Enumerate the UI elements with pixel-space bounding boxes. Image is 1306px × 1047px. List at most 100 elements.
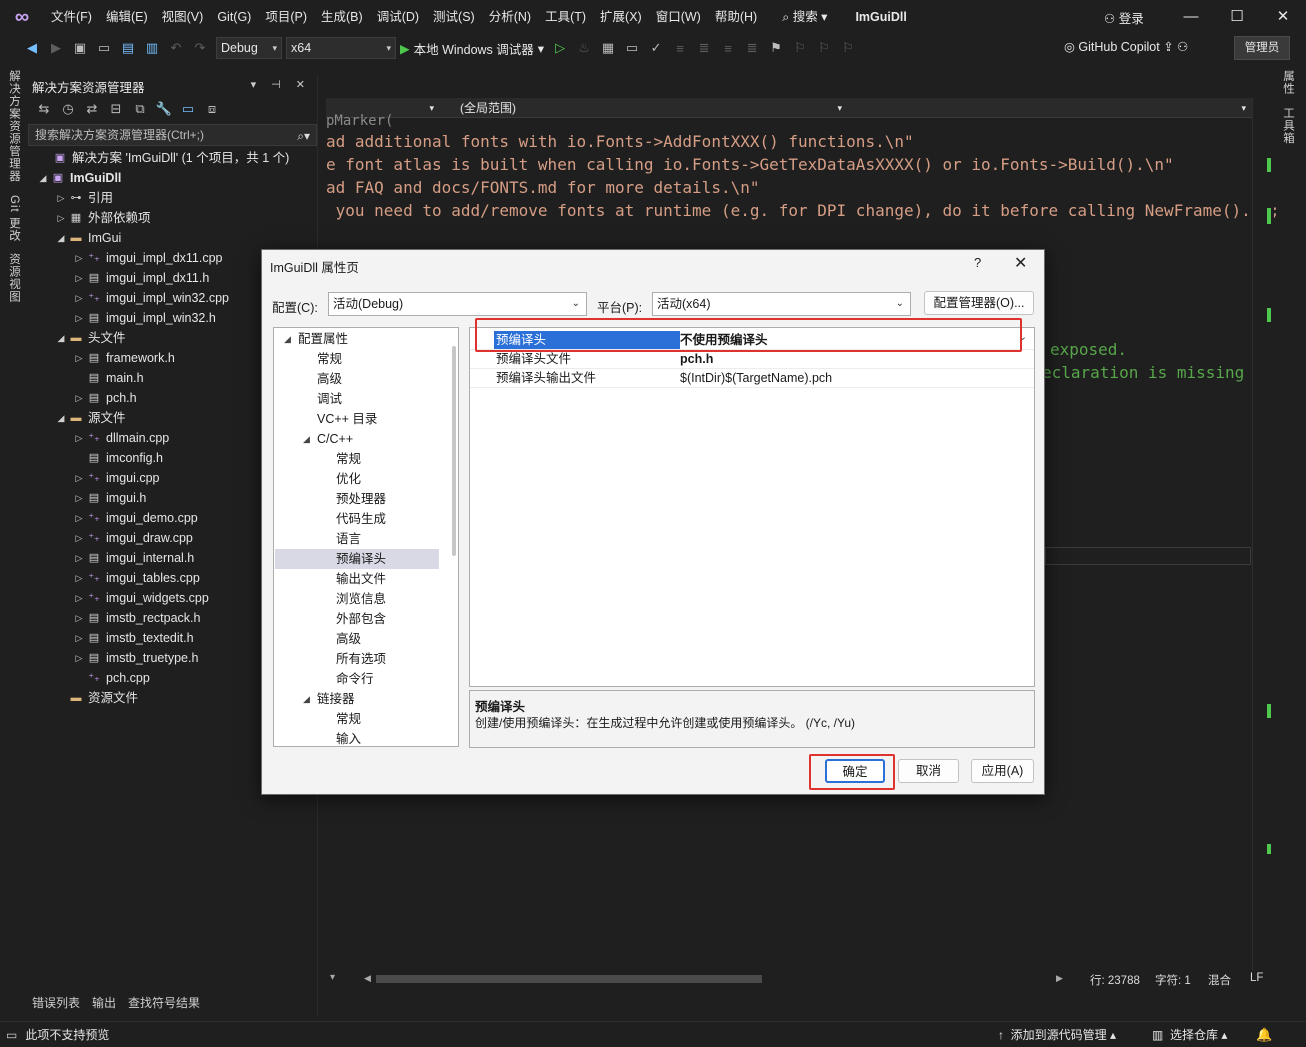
- line-ending[interactable]: LF: [1250, 972, 1263, 984]
- property-tree-item[interactable]: 链接器: [317, 689, 355, 709]
- collapsed-chevron-icon[interactable]: ▷: [72, 268, 86, 288]
- scroll-menu-icon[interactable]: ▾: [330, 972, 335, 983]
- side-tab[interactable]: 资源视图: [6, 253, 22, 303]
- back-icon[interactable]: ◀: [22, 37, 42, 59]
- layout-icon[interactable]: ▭: [622, 37, 642, 59]
- tree-item[interactable]: ▷ ⁺₊ imgui_draw.cpp: [72, 528, 193, 548]
- property-tree-item[interactable]: 调试: [317, 389, 342, 409]
- start-debugging-button[interactable]: ▶ 本地 Windows 调试器 ▾: [400, 39, 544, 58]
- clear-bookmarks-icon[interactable]: ⚐: [838, 37, 858, 59]
- menu-item[interactable]: 生成(B): [314, 0, 370, 34]
- search-button[interactable]: ⌕ 搜索 ▾: [776, 0, 833, 34]
- tree-item[interactable]: ◢ ▬ 头文件: [54, 328, 126, 348]
- login-button[interactable]: ⚇ 登录: [1104, 8, 1144, 27]
- show-all-files-icon[interactable]: ⧉: [130, 98, 150, 120]
- expanded-chevron-icon[interactable]: ◢: [36, 168, 50, 188]
- property-tree-item[interactable]: C/C++: [317, 429, 353, 449]
- side-tab[interactable]: 工具箱: [1280, 107, 1296, 145]
- class-view-icon[interactable]: ⧈: [202, 98, 222, 120]
- tree-item[interactable]: ▷ ⁺₊ dllmain.cpp: [72, 428, 170, 448]
- tree-item[interactable]: ▷ ▤ imstb_truetype.h: [72, 648, 199, 668]
- undo-icon[interactable]: ↶: [166, 37, 186, 59]
- property-tree-item[interactable]: 常规: [336, 709, 361, 729]
- side-tab[interactable]: 属性: [1280, 70, 1296, 95]
- menu-item[interactable]: 文件(F): [44, 0, 99, 34]
- property-tree-item[interactable]: 输入: [336, 729, 361, 746]
- tree-item[interactable]: ▷ ⁺₊ imgui_impl_dx11.cpp: [72, 248, 223, 268]
- property-tree-item[interactable]: 配置属性: [298, 329, 348, 349]
- properties-wrench-icon[interactable]: 🔧: [154, 98, 174, 120]
- collapsed-chevron-icon[interactable]: ▷: [72, 248, 86, 268]
- new-project-icon[interactable]: ▣: [70, 37, 90, 59]
- platform-select[interactable]: 活动(x64) ⌄: [652, 292, 911, 316]
- property-row[interactable]: 预编译头输出文件 $(IntDir)$(TargetName).pch: [470, 369, 1034, 388]
- preview-selected-icon[interactable]: ▭: [178, 98, 198, 120]
- start-without-debugging-icon[interactable]: ▷: [550, 37, 570, 59]
- menu-item[interactable]: 扩展(X): [593, 0, 649, 34]
- menu-item[interactable]: 视图(V): [155, 0, 211, 34]
- tree-item[interactable]: ▷ ⁺₊ imgui_impl_win32.cpp: [72, 288, 229, 308]
- collapsed-chevron-icon[interactable]: ▷: [72, 428, 86, 448]
- visual-studio-logo-icon[interactable]: ∞: [0, 0, 44, 34]
- collapsed-chevron-icon[interactable]: ▷: [72, 608, 86, 628]
- tree-item[interactable]: ◢ ▬ ImGui: [54, 228, 122, 248]
- property-tree-item[interactable]: 外部包含: [336, 609, 386, 629]
- menu-item[interactable]: 测试(S): [426, 0, 482, 34]
- dialog-close-icon[interactable]: ✕: [1014, 253, 1027, 273]
- apply-button[interactable]: 应用(A): [971, 759, 1034, 783]
- member-nav-select[interactable]: ▾: [850, 98, 1250, 118]
- collapsed-chevron-icon[interactable]: ▷: [72, 388, 86, 408]
- sync-icon[interactable]: ⇄: [82, 98, 102, 120]
- property-tree-item[interactable]: 输出文件: [336, 569, 386, 589]
- scope-nav-select[interactable]: (全局范围) ▾: [456, 98, 846, 118]
- tree-item[interactable]: ◢ ▬ 源文件: [54, 408, 126, 428]
- expanded-chevron-icon[interactable]: ◢: [54, 328, 68, 348]
- solution-platform-select[interactable]: x64 ▾: [286, 37, 396, 59]
- indent-icon[interactable]: ≡: [670, 37, 690, 59]
- menu-item[interactable]: 分析(N): [482, 0, 538, 34]
- tree-item[interactable]: ▷ ▤ imgui.h: [72, 488, 147, 508]
- expanded-chevron-icon[interactable]: ◢: [303, 694, 310, 705]
- tree-item[interactable]: ▬ 资源文件: [54, 688, 139, 708]
- tree-item[interactable]: ▷ ▤ imgui_internal.h: [72, 548, 195, 568]
- solution-config-select[interactable]: Debug ▾: [216, 37, 282, 59]
- add-to-source-control-button[interactable]: ↑ 添加到源代码管理 ▴: [998, 1026, 1116, 1043]
- collapsed-chevron-icon[interactable]: ▷: [72, 528, 86, 548]
- tree-item[interactable]: ▷ ▦ 外部依赖项: [54, 208, 151, 228]
- prev-bookmark-icon[interactable]: ⚐: [790, 37, 810, 59]
- property-tree-item[interactable]: 所有选项: [336, 649, 386, 669]
- collapsed-chevron-icon[interactable]: ▷: [72, 308, 86, 328]
- editor-vertical-scrollbar[interactable]: [1252, 98, 1274, 970]
- tree-item[interactable]: ▷ ⁺₊ imgui.cpp: [72, 468, 160, 488]
- property-value[interactable]: $(IntDir)$(TargetName).pch: [680, 369, 832, 387]
- tree-item[interactable]: ▷ ⁺₊ imgui_tables.cpp: [72, 568, 200, 588]
- outdent-icon[interactable]: ≣: [694, 37, 714, 59]
- forward-icon[interactable]: ▶: [46, 37, 66, 59]
- property-tree-item[interactable]: 浏览信息: [336, 589, 386, 609]
- tree-item[interactable]: ▤ main.h: [72, 368, 144, 388]
- expanded-chevron-icon[interactable]: ◢: [54, 228, 68, 248]
- menu-item[interactable]: 窗口(W): [649, 0, 708, 34]
- config-manager-button[interactable]: 配置管理器(O)...: [924, 291, 1034, 315]
- tree-item[interactable]: ▷ ▤ imstb_rectpack.h: [72, 608, 201, 628]
- property-tree-item[interactable]: VC++ 目录: [317, 409, 377, 429]
- side-tab[interactable]: 解决方案资源管理器: [6, 70, 22, 183]
- bottom-tab[interactable]: 查找符号结果: [128, 994, 200, 1014]
- expanded-chevron-icon[interactable]: ◢: [303, 434, 310, 445]
- tree-item[interactable]: ▤ imconfig.h: [72, 448, 163, 468]
- collapsed-chevron-icon[interactable]: ▷: [72, 548, 86, 568]
- hot-reload-icon[interactable]: ♨: [574, 37, 594, 59]
- collapsed-chevron-icon[interactable]: ▷: [72, 348, 86, 368]
- notifications-icon[interactable]: 🔔: [1256, 1027, 1272, 1043]
- whitespace-mode[interactable]: 混合: [1208, 972, 1231, 988]
- property-tree-item[interactable]: 预处理器: [336, 489, 386, 509]
- next-bookmark-icon[interactable]: ⚐: [814, 37, 834, 59]
- collapse-all-icon[interactable]: ⊟: [106, 98, 126, 120]
- maximize-button[interactable]: ☐: [1212, 0, 1262, 34]
- tree-item[interactable]: ⁺₊ pch.cpp: [72, 668, 150, 688]
- tree-item[interactable]: ◢ ▣ ImGuiDll: [36, 168, 122, 188]
- panel-window-buttons[interactable]: ▾ ⊣ ✕: [251, 78, 311, 91]
- property-tree-item[interactable]: 高级: [317, 369, 342, 389]
- expanded-chevron-icon[interactable]: ◢: [54, 408, 68, 428]
- property-tree-item[interactable]: 常规: [336, 449, 361, 469]
